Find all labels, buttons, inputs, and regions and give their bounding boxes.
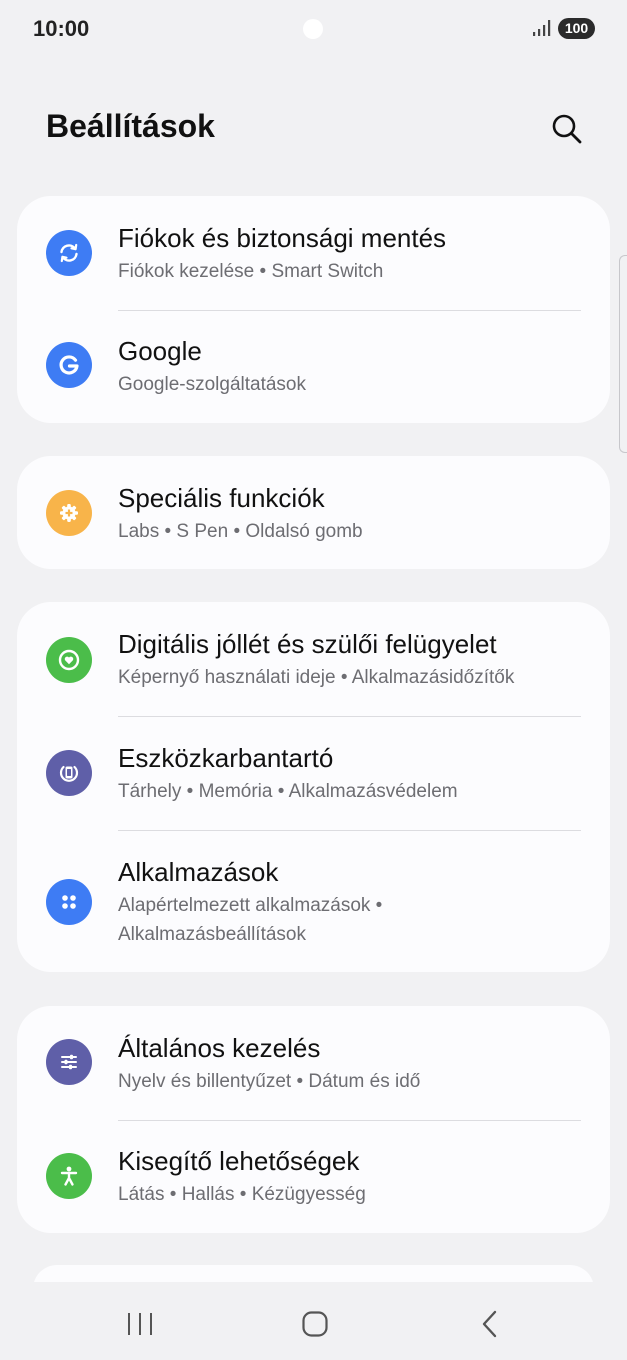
item-subtitle: Képernyő használati ideje • Alkalmazásid… — [118, 667, 515, 688]
battery-icon: 100 — [558, 18, 595, 39]
settings-item-google[interactable]: Google Google-szolgáltatások — [17, 310, 610, 423]
settings-item-apps[interactable]: Alkalmazások Alapértelmezett alkalmazáso… — [17, 830, 610, 972]
item-title: Alkalmazások — [118, 857, 279, 887]
item-title: Google — [118, 336, 202, 366]
back-icon[interactable] — [470, 1304, 510, 1344]
item-title: Általános kezelés — [118, 1033, 321, 1063]
google-icon — [46, 342, 92, 388]
front-camera — [303, 19, 323, 39]
item-subtitle: Google-szolgáltatások — [118, 374, 306, 395]
scrollbar[interactable] — [619, 255, 627, 453]
settings-item-digital-wellbeing[interactable]: Digitális jóllét és szülői felügyelet Ké… — [17, 602, 610, 716]
gear-plus-icon — [46, 490, 92, 536]
apps-grid-icon — [46, 879, 92, 925]
settings-item-advanced-features[interactable]: Speciális funkciók Labs • S Pen • Oldals… — [17, 456, 610, 569]
settings-group-advanced: Speciális funkciók Labs • S Pen • Oldals… — [17, 456, 610, 569]
item-subtitle: Látás • Hallás • Kézügyesség — [118, 1184, 366, 1205]
search-icon[interactable] — [548, 110, 586, 148]
accessibility-icon — [46, 1153, 92, 1199]
settings-item-accessibility[interactable]: Kisegítő lehetőségek Látás • Hallás • Ké… — [17, 1120, 610, 1233]
settings-group-accounts: Fiókok és biztonsági mentés Fiókok kezel… — [17, 196, 610, 423]
item-subtitle: Tárhely • Memória • Alkalmazásvédelem — [118, 781, 458, 802]
item-subtitle: Nyelv és billentyűzet • Dátum és idő — [118, 1071, 421, 1092]
settings-group-device: Digitális jóllét és szülői felügyelet Ké… — [17, 602, 610, 972]
status-time: 10:00 — [33, 16, 90, 41]
item-title: Speciális funkciók — [118, 483, 325, 513]
item-subtitle: Fiókok kezelése • Smart Switch — [118, 261, 384, 282]
item-title: Digitális jóllét és szülői felügyelet — [118, 629, 497, 659]
settings-item-general-management[interactable]: Általános kezelés Nyelv és billentyűzet … — [17, 1006, 610, 1120]
sliders-icon — [46, 1039, 92, 1085]
home-icon[interactable] — [295, 1304, 335, 1344]
signal-icon — [533, 20, 551, 36]
settings-item-accounts-backup[interactable]: Fiókok és biztonsági mentés Fiókok kezel… — [17, 196, 610, 310]
item-title: Fiókok és biztonsági mentés — [118, 223, 447, 253]
navigation-bar — [0, 1282, 627, 1360]
item-subtitle: Alapértelmezett alkalmazások • Alkalmazá… — [118, 895, 383, 945]
sync-icon — [46, 230, 92, 276]
item-subtitle: Labs • S Pen • Oldalsó gomb — [118, 521, 363, 542]
item-title: Kisegítő lehetőségek — [118, 1146, 360, 1176]
item-title: Eszközkarbantartó — [118, 743, 334, 773]
settings-item-device-care[interactable]: Eszközkarbantartó Tárhely • Memória • Al… — [17, 716, 610, 830]
status-bar: 10:00 100 — [0, 0, 627, 60]
device-care-icon — [46, 750, 92, 796]
settings-group-general: Általános kezelés Nyelv és billentyűzet … — [17, 1006, 610, 1233]
heart-circle-icon — [46, 637, 92, 683]
recent-apps-icon[interactable] — [120, 1304, 160, 1344]
page-title: Beállítások — [46, 108, 215, 144]
